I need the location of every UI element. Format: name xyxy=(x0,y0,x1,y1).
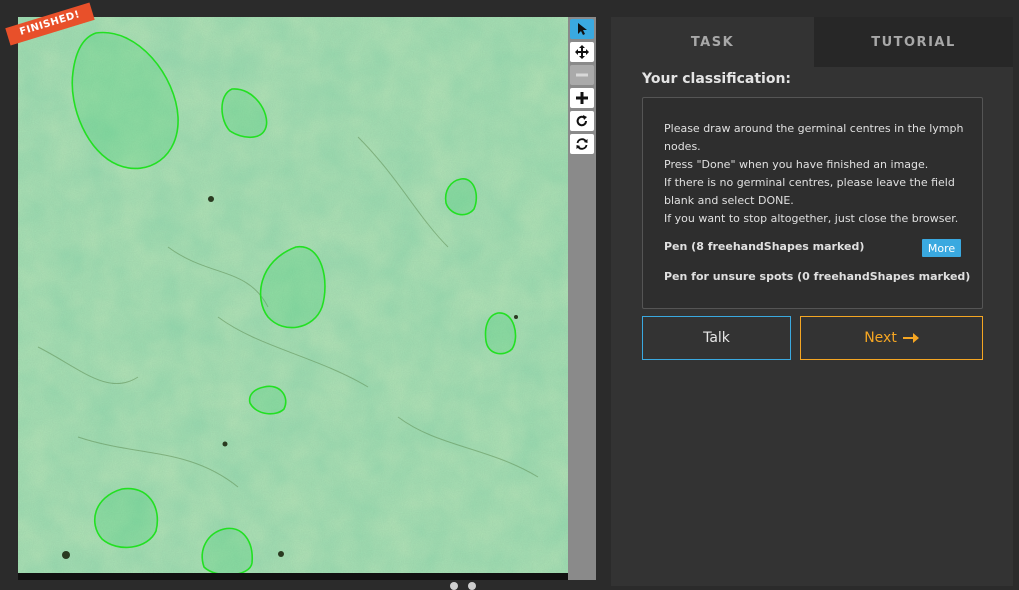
pointer-tool-button[interactable] xyxy=(570,19,594,39)
freehand-shape[interactable] xyxy=(484,312,517,355)
more-button[interactable]: More xyxy=(922,239,961,257)
instruction-line: If there is no germinal centres, please … xyxy=(664,176,955,189)
zoom-in-button[interactable] xyxy=(570,88,594,108)
next-button[interactable]: Next xyxy=(800,316,983,360)
talk-button[interactable]: Talk xyxy=(642,316,791,360)
scroll-dot xyxy=(450,582,458,590)
freehand-shape[interactable] xyxy=(444,178,478,216)
drawing-toolbar xyxy=(568,17,596,580)
tab-task[interactable]: TASK xyxy=(611,17,814,67)
instruction-line: Press "Done" when you have finished an i… xyxy=(664,158,929,171)
talk-button-label: Talk xyxy=(703,330,730,346)
move-icon xyxy=(575,45,589,59)
pointer-icon xyxy=(578,23,587,35)
tab-tutorial[interactable]: TUTORIAL xyxy=(814,17,1013,67)
panel-tabs: TASK TUTORIAL xyxy=(611,17,1013,67)
classify-page: FINISHED! TASK TUTORIAL Your classificat… xyxy=(0,0,1019,590)
instruction-line: blank and select DONE. xyxy=(664,194,794,207)
next-button-label: Next xyxy=(864,330,897,346)
arrow-right-icon xyxy=(902,333,919,343)
instruction-line: Please draw around the germinal centres … xyxy=(664,122,964,135)
scroll-dot xyxy=(468,582,476,590)
rotate-icon xyxy=(576,115,588,127)
zoom-in-icon xyxy=(576,92,588,104)
instruction-line: nodes. xyxy=(664,140,701,153)
pen-unsure-tool-label[interactable]: Pen for unsure spots (0 freehandShapes m… xyxy=(664,270,970,283)
viewer-bottom-bar xyxy=(18,573,568,580)
pen-tool-label[interactable]: Pen (8 freehandShapes marked) xyxy=(664,240,864,253)
zoom-out-button[interactable] xyxy=(570,65,594,85)
task-panel: TASK TUTORIAL Your classification: Pleas… xyxy=(611,17,1013,586)
subject-image-viewer[interactable] xyxy=(18,17,568,580)
scroll-indicator xyxy=(450,582,480,590)
reset-icon xyxy=(576,138,588,150)
instruction-line: If you want to stop altogether, just clo… xyxy=(664,212,959,225)
lymph-node-image[interactable] xyxy=(18,17,568,580)
classification-title: Your classification: xyxy=(642,71,792,87)
task-box: Please draw around the germinal centres … xyxy=(642,97,983,309)
rotate-button[interactable] xyxy=(570,111,594,131)
zoom-out-icon xyxy=(576,73,588,77)
freehand-shape[interactable] xyxy=(248,385,287,415)
move-tool-button[interactable] xyxy=(570,42,594,62)
task-instructions: Please draw around the germinal centres … xyxy=(664,120,974,228)
reset-button[interactable] xyxy=(570,134,594,154)
